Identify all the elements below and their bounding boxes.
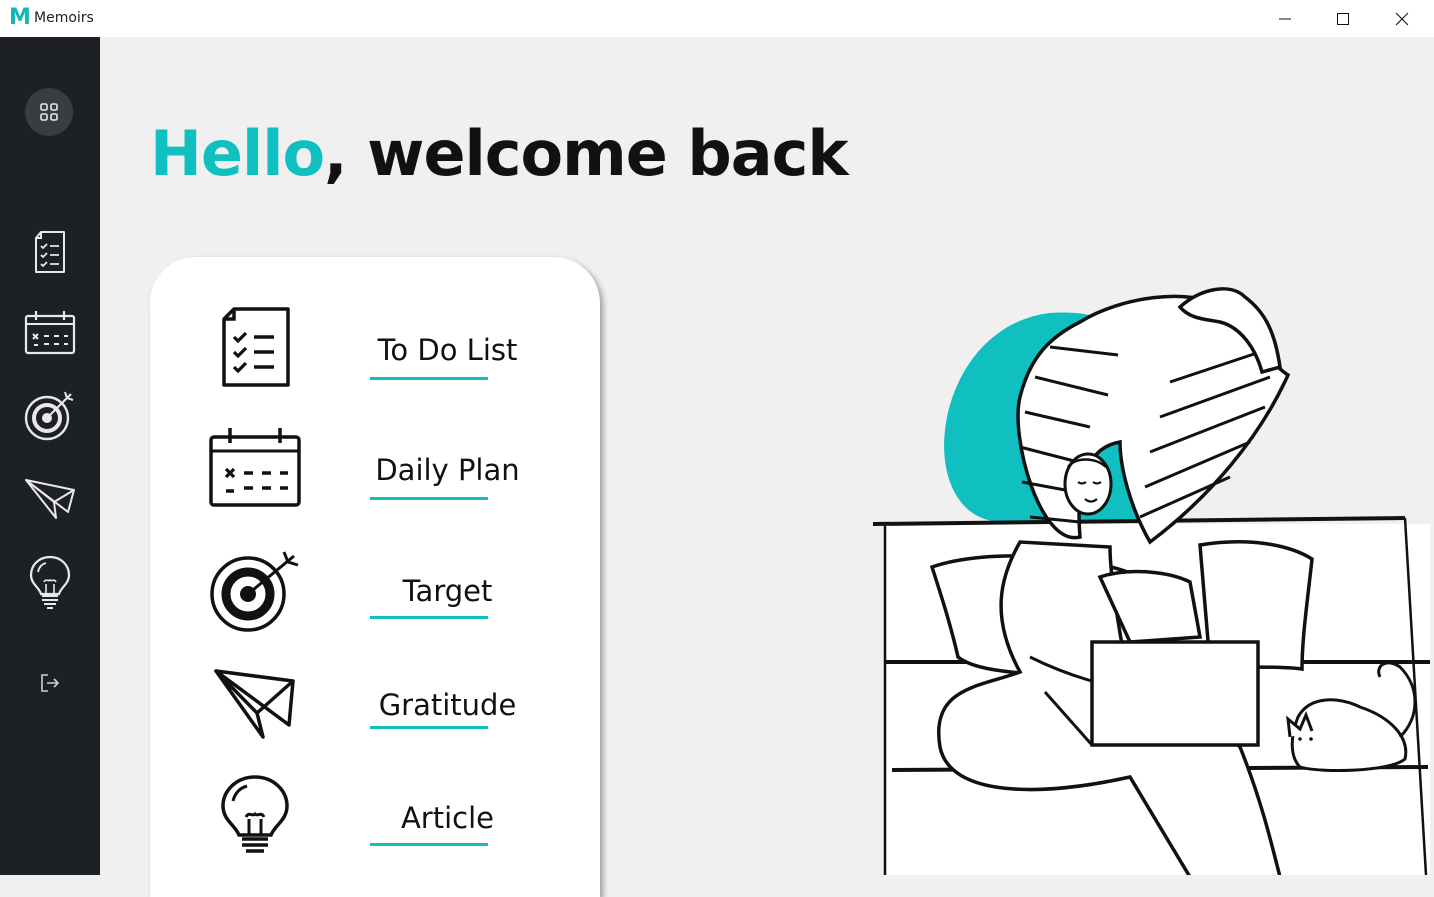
lightbulb-icon [29, 555, 71, 609]
menu-icon [205, 297, 305, 397]
checklist-icon [35, 231, 65, 273]
menu-label: Target [402, 574, 493, 608]
menu-item-todo[interactable]: To Do List [150, 297, 600, 397]
sidebar-item-home[interactable] [25, 88, 73, 136]
menu-item-article[interactable]: Article [150, 765, 600, 865]
sidebar-item-logout[interactable] [0, 671, 100, 695]
close-icon [1395, 12, 1409, 25]
app-logo: M [9, 5, 31, 30]
minimize-button[interactable] [1256, 0, 1314, 37]
menu-underline [370, 843, 488, 846]
welcome-illustration [872, 287, 1430, 875]
sidebar-item-gratitude[interactable] [0, 473, 100, 523]
menu-item-target[interactable]: Target [150, 540, 600, 640]
maximize-button[interactable] [1314, 0, 1372, 37]
menu-icon [205, 654, 305, 754]
menu-label: Gratitude [378, 688, 517, 722]
logout-icon [41, 674, 60, 692]
app-title: Memoirs [34, 10, 94, 26]
menu-icon [205, 417, 305, 517]
sidebar [0, 37, 100, 875]
maximize-icon [1337, 12, 1349, 25]
close-button[interactable] [1373, 0, 1431, 37]
menu-underline [370, 497, 488, 500]
menu-card: To Do List Daily Plan Target Gratitude A… [150, 257, 600, 897]
sidebar-item-todo[interactable] [0, 227, 100, 277]
sidebar-item-target[interactable] [0, 387, 100, 443]
lightbulb-icon [221, 775, 289, 853]
menu-icon [205, 765, 305, 865]
checklist-icon [222, 307, 290, 387]
greeting-rest: , welcome back [324, 117, 849, 190]
sidebar-item-article[interactable] [0, 553, 100, 611]
greeting-accent: Hello [150, 117, 325, 190]
calendar-icon [24, 311, 76, 355]
menu-underline [370, 726, 488, 729]
target-icon [24, 391, 74, 441]
grid-icon [40, 103, 58, 121]
title-bar: M Memoirs [0, 0, 1434, 37]
paper-plane-icon [214, 669, 295, 739]
paper-plane-icon [25, 479, 75, 519]
menu-label: Daily Plan [375, 453, 520, 487]
menu-underline [370, 377, 488, 380]
menu-label: Article [400, 801, 495, 835]
sidebar-item-daily-plan[interactable] [0, 307, 100, 357]
minimize-icon [1279, 18, 1291, 19]
target-icon [210, 551, 299, 632]
page-title: Hello, welcome back [150, 117, 849, 190]
menu-underline [370, 616, 488, 619]
calendar-icon [209, 428, 301, 507]
menu-label: To Do List [377, 333, 518, 367]
main-content: Hello, welcome back To Do List Daily Pla… [100, 37, 1434, 897]
menu-icon [205, 540, 305, 640]
menu-item-gratitude[interactable]: Gratitude [150, 654, 600, 754]
menu-item-daily-plan[interactable]: Daily Plan [150, 417, 600, 517]
